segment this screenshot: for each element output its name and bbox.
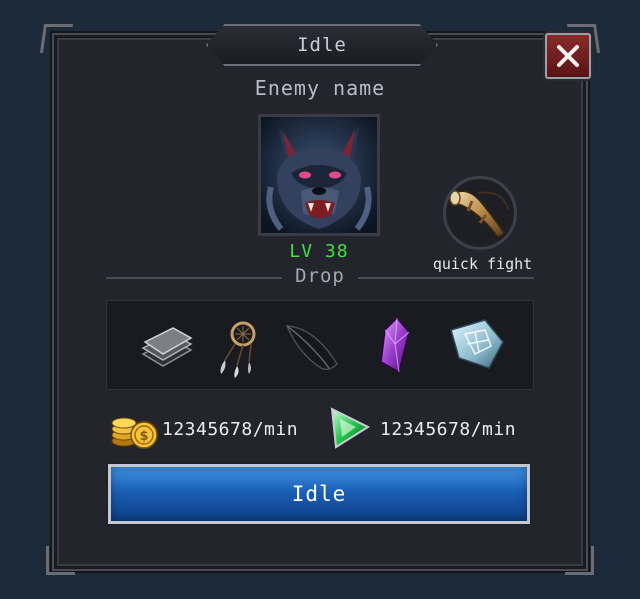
- close-icon: [557, 45, 579, 67]
- drop-item[interactable]: [361, 314, 425, 378]
- idle-button[interactable]: Idle: [108, 464, 530, 524]
- exp-rate-value: 12345678/min: [380, 419, 517, 440]
- drop-item[interactable]: [207, 314, 271, 378]
- green-gem-icon: [330, 407, 371, 449]
- metal-plates-icon: [141, 327, 193, 367]
- quick-fight-button[interactable]: [443, 176, 517, 250]
- frame-corner: [46, 546, 75, 575]
- horn-icon: [449, 190, 509, 239]
- frame-corner: [565, 546, 594, 575]
- dialog-title-plate: Idle: [206, 24, 438, 66]
- close-button[interactable]: [545, 33, 591, 79]
- drop-item[interactable]: [445, 314, 509, 378]
- gold-rate-value: 12345678/min: [162, 419, 299, 440]
- drop-item[interactable]: [133, 314, 197, 378]
- idle-button-label: Idle: [291, 482, 347, 506]
- drop-label: Drop: [295, 265, 345, 287]
- drop-item[interactable]: [281, 314, 345, 378]
- werewolf-icon: [261, 117, 377, 233]
- enemy-name: Enemy name: [254, 76, 386, 100]
- drop-divider-right: [358, 277, 534, 279]
- dialog-title: Idle: [297, 34, 347, 56]
- enemy-portrait[interactable]: [258, 114, 380, 236]
- svg-text:$: $: [139, 429, 148, 444]
- quick-fight-label: quick fight: [432, 255, 533, 273]
- black-feather-icon: [285, 325, 338, 371]
- drop-divider-left: [106, 277, 282, 279]
- drop-items-panel: [106, 300, 534, 390]
- exp-rate-icon-wrap: [326, 405, 372, 455]
- gold-rate-icon-wrap: $: [110, 405, 162, 455]
- gold-coins-icon: $: [111, 417, 158, 449]
- dreamcatcher-icon: [220, 321, 256, 378]
- rune-stone-icon: [450, 319, 504, 369]
- frame-corner: [39, 24, 74, 53]
- enemy-level: LV 38: [289, 241, 349, 262]
- purple-crystal-icon: [380, 316, 410, 374]
